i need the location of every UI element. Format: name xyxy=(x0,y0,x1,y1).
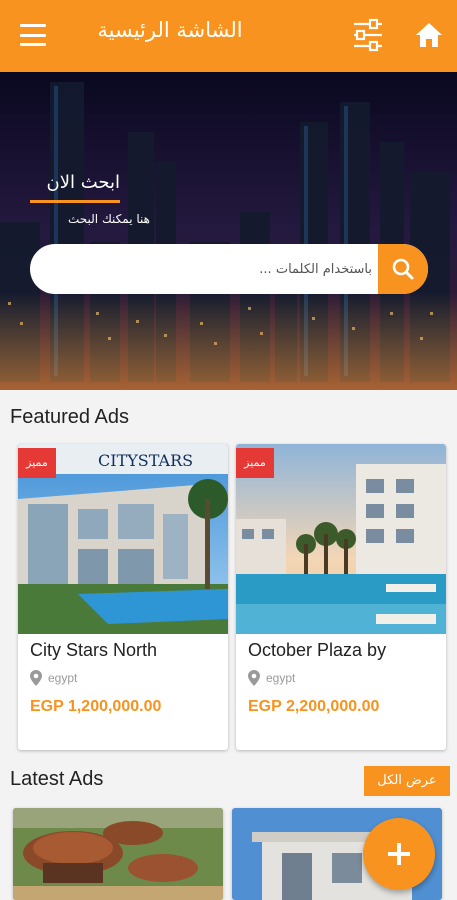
plus-icon xyxy=(388,843,410,865)
ad-price: EGP 2,200,000.00 xyxy=(248,698,380,715)
search-button[interactable] xyxy=(378,244,428,294)
featured-ad-card[interactable]: CITYSTARS مميز City Stars North egypt EG… xyxy=(18,444,228,750)
ad-location: egypt xyxy=(30,670,77,686)
hero-banner: ابحث الان هنا يمكنك البحث xyxy=(0,72,457,390)
ad-image xyxy=(13,808,223,900)
featured-section-title: Featured Ads xyxy=(10,406,129,428)
ad-location-text: egypt xyxy=(266,671,296,685)
ad-title: City Stars North xyxy=(30,640,158,660)
location-pin-icon xyxy=(248,670,260,686)
ad-image: مميز xyxy=(236,444,446,634)
latest-ad-card[interactable] xyxy=(13,808,223,900)
city-skyline-image xyxy=(0,72,457,390)
location-pin-icon xyxy=(30,670,42,686)
heading-underline xyxy=(30,200,120,203)
top-app-bar: الشاشة الرئيسية xyxy=(0,0,457,72)
latest-section-title: Latest Ads xyxy=(10,768,104,790)
search-bar xyxy=(30,244,428,294)
featured-badge: مميز xyxy=(18,448,56,478)
search-icon xyxy=(392,258,414,280)
search-input[interactable] xyxy=(44,244,380,294)
hero-subheading: هنا يمكنك البحث xyxy=(67,212,150,226)
view-all-button[interactable]: عرض الكل xyxy=(364,766,450,796)
ad-location: egypt xyxy=(248,670,295,686)
sliders-icon[interactable] xyxy=(352,18,384,52)
add-ad-button[interactable] xyxy=(363,818,435,890)
citystars-sign: CITYSTARS xyxy=(98,451,193,470)
hero-heading: ابحث الان xyxy=(46,172,120,193)
page-title: الشاشة الرئيسية xyxy=(97,18,243,42)
ad-location-text: egypt xyxy=(48,671,78,685)
ad-price: EGP 1,200,000.00 xyxy=(30,698,162,715)
home-icon[interactable] xyxy=(414,20,444,50)
ad-title: October Plaza by xyxy=(248,640,387,660)
menu-icon[interactable] xyxy=(20,24,46,46)
featured-badge: مميز xyxy=(236,448,274,478)
ad-image: CITYSTARS مميز xyxy=(18,444,228,634)
app-screen: الشاشة الرئيسية ابحث الان هنا يمكنك البح… xyxy=(0,0,457,900)
featured-ad-card[interactable]: مميز October Plaza by egypt EGP 2,200,00… xyxy=(236,444,446,750)
